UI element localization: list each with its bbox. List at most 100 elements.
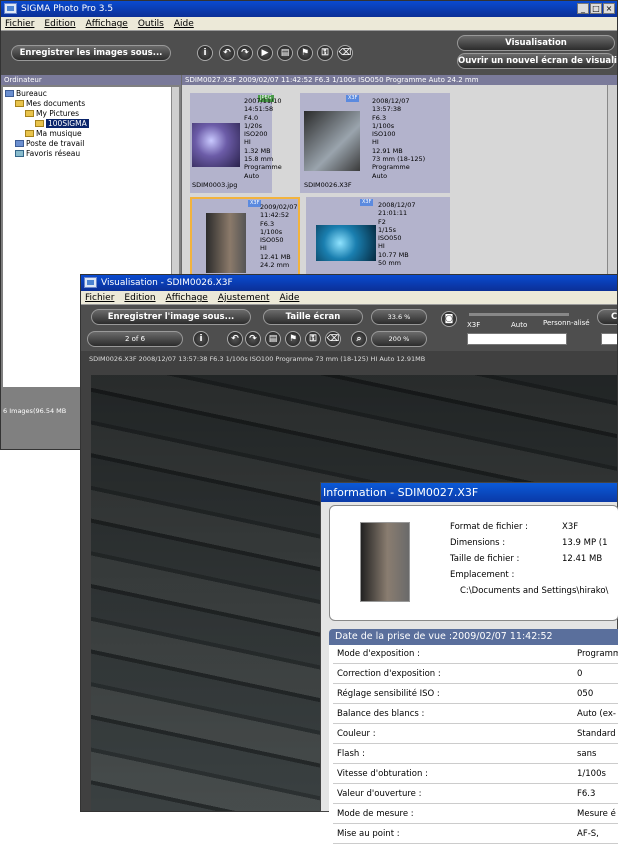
menu-ajustement[interactable]: Ajustement [218,291,270,304]
info-icon[interactable]: i [193,331,209,347]
print-icon[interactable]: ▤ [277,45,293,61]
view-title: Visualisation - SDIM0026.X3F [101,278,233,288]
menu-fichier[interactable]: Fichier [85,291,114,304]
window-controls: _ □ × [577,3,615,14]
info-window: Information - SDIM0027.X3F Format de fic… [320,482,618,844]
desktop-icon [5,90,14,97]
app-icon [84,277,97,288]
date-header: Date de la prise de vue :2009/02/07 11:4… [329,629,618,645]
menu-edition[interactable]: Edition [44,17,75,30]
close-icon[interactable]: × [603,3,615,14]
tree-item-selected[interactable]: 100SIGMA [5,119,169,129]
thumbnail-meta-box: 2007/11/10 14:51:58 F4.0 1/20s ISO200 HI 1.32 … [242,93,290,193]
exif-table: Mode d'exposition : Programm Correction d… [329,645,618,844]
exif-row: Mode d'exposition : Programm [333,645,618,664]
x3f-mode-icon[interactable]: ◙ [441,311,457,327]
tree-item[interactable]: Favoris réseau [5,149,169,159]
save-image-button[interactable]: Enregistrer l'image sous... [91,309,251,325]
file-info-box: Format de fichier : X3F Dimensions : 13.… [329,505,618,621]
main-title: SIGMA Photo Pro 3.5 [21,4,114,14]
exif-row: Mise au point : AF-S, [333,825,618,844]
menu-fichier[interactable]: Fichier [5,17,34,30]
format-badge: X3F [346,95,360,102]
format-badge: X3F [360,199,374,206]
menu-affichage[interactable]: Affichage [166,291,208,304]
rotate-right-icon[interactable]: ↷ [245,331,261,347]
maximize-icon[interactable]: □ [590,3,602,14]
rotate-left-icon[interactable]: ↶ [219,45,235,61]
view-menubar: Fichier Edition Affichage Ajustement Aid… [81,291,617,305]
tree-item[interactable]: Mes documents [5,99,169,109]
flag-icon[interactable]: ⚑ [297,45,313,61]
mode-x3f-label: X3F [467,321,481,329]
network-icon [15,150,24,157]
main-menubar: Fichier Edition Affichage Outils Aide [1,17,617,31]
location-label: Emplacement : [450,570,515,580]
delete-icon[interactable]: ⌫ [337,45,353,61]
info-icon[interactable]: i [197,45,213,61]
panel-header: Ordinateur [1,75,181,85]
thumbnail-card[interactable]: X3F 2008/12/07 21:01:11 F2 1/15s ISO050 HI 10.… [306,197,450,277]
print-icon[interactable]: ▤ [265,331,281,347]
menu-outils[interactable]: Outils [138,17,164,30]
filesize-value: 12.41 MB [562,554,603,564]
thumbnail-card-selected[interactable]: X3F 2009/02/07 11:42:52 F6.3 1/100s ISO050 HI… [190,197,300,277]
dimensions-label: Dimensions : [450,538,506,548]
fit-screen-button[interactable]: Taille écran [263,309,363,325]
right-button[interactable]: Co [597,309,617,325]
rotate-right-icon[interactable]: ↷ [237,45,253,61]
file-preview [360,522,410,602]
computer-icon [15,140,24,147]
main-titlebar: SIGMA Photo Pro 3.5 _ □ × [1,1,617,17]
image-counter[interactable]: 2 of 6 [87,331,183,347]
thumbnail-meta: 2009/02/07 11:42:52 F6.3 1/100s ISO050 HI 12.4… [260,203,298,270]
slideshow-icon[interactable]: ▶ [257,45,273,61]
exif-row: Balance des blancs : Auto (ex- [333,705,618,724]
mode-custom-label: Personn-alisé [543,319,590,327]
exif-row: Vitesse d'obturation :1/100s [333,765,618,784]
folder-icon [35,120,44,127]
menu-affichage[interactable]: Affichage [86,17,128,30]
minimize-icon[interactable]: _ [577,3,589,14]
exif-row: Flash : sans [333,745,618,764]
delete-icon[interactable]: ⌫ [325,331,341,347]
tree-item[interactable]: Poste de travail [5,139,169,149]
format-label: Format de fichier : [450,522,529,532]
zoom-200-field[interactable]: 200 % [371,331,427,347]
tree-item[interactable]: Ma musique [5,129,169,139]
lock-icon[interactable]: ⚿ [317,45,333,61]
exif-row: Correction d'exposition :0 [333,665,618,684]
save-images-button[interactable]: Enregistrer les images sous... [11,45,171,61]
folder-icon [25,130,34,137]
view-toolbar: Enregistrer l'image sous... Taille écran… [81,305,617,351]
tree-item[interactable]: My Pictures [5,109,169,119]
custom-select[interactable] [467,333,567,345]
right-input[interactable] [601,333,617,345]
view-titlebar: Visualisation - SDIM0026.X3F [81,275,617,291]
menu-aide[interactable]: Aide [280,291,300,304]
flag-icon[interactable]: ⚑ [285,331,301,347]
magnifier-icon[interactable]: ⌕ [351,331,367,347]
thumbnail-card[interactable]: X3F 2008/12/07 13:57:38 F6.3 1/100s ISO100 HI… [300,93,450,193]
exif-row: Couleur : Standard [333,725,618,744]
mode-slider[interactable] [469,313,569,316]
thumbnail-meta: 2008/12/07 13:57:38 F6.3 1/100s ISO100 HI 12.9… [372,97,426,180]
tree-item[interactable]: Bureauc [5,89,169,99]
lock-icon[interactable]: ⚿ [305,331,321,347]
app-icon [4,3,17,14]
rotate-left-icon[interactable]: ↶ [227,331,243,347]
exif-row: Mode de mesure : Mesure é [333,805,618,824]
menu-edition[interactable]: Edition [124,291,155,304]
open-view-button[interactable]: Ouvrir un nouvel écran de visualisation [457,53,617,69]
thumbnail-filename: SDIM0003.jpg [192,181,238,189]
browser-info-bar: SDIM0027.X3F 2009/02/07 11:42:52 F6.3 1/… [182,75,617,85]
folder-icon [25,110,34,117]
visualisation-button[interactable]: Visualisation [457,35,615,51]
exif-row: Réglage sensibilité ISO :050 [333,685,618,704]
mode-auto-label: Auto [511,321,528,329]
menu-aide[interactable]: Aide [174,17,194,30]
folder-icon [15,100,24,107]
zoom-level-field[interactable]: 33.6 % [371,309,427,325]
view-info-line: SDIM0026.X3F 2008/12/07 13:57:38 F6.3 1/… [89,355,426,363]
dimensions-value: 13.9 MP (1 [562,538,608,548]
